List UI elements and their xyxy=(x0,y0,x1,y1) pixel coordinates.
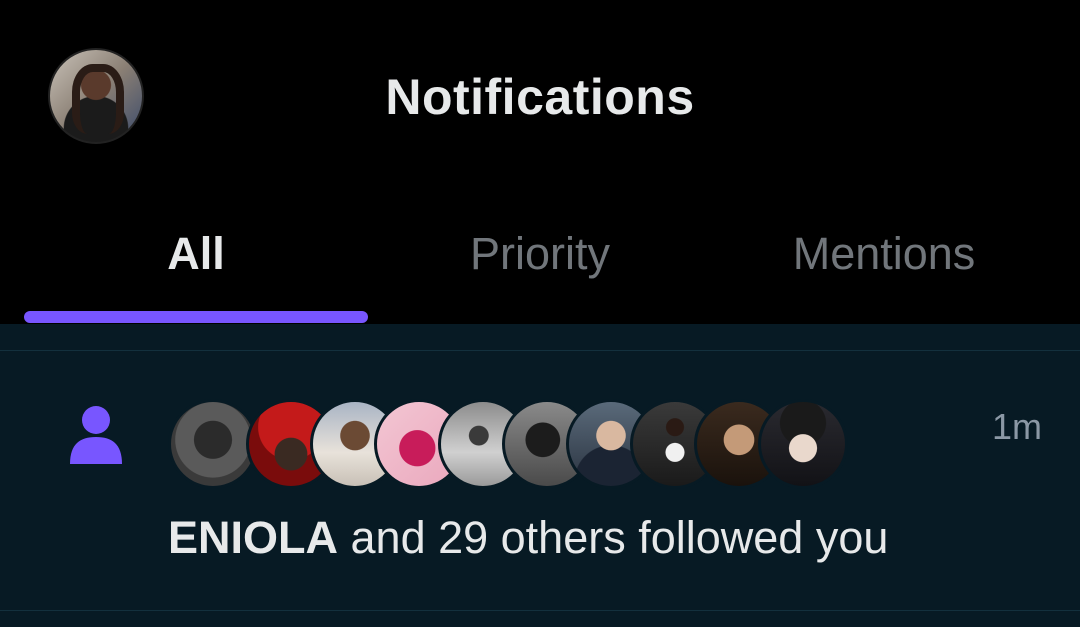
follower-avatars[interactable] xyxy=(168,399,848,493)
tab-mentions[interactable]: Mentions xyxy=(712,228,1056,288)
page-title: Notifications xyxy=(385,69,695,125)
notification-feed: 1m ENIOLA and 29 others followed you xyxy=(0,324,1080,627)
divider xyxy=(0,610,1080,611)
tab-all[interactable]: All xyxy=(24,228,368,288)
actor-name[interactable]: ENIOLA xyxy=(168,512,338,563)
follower-avatar-1[interactable] xyxy=(168,399,258,489)
tab-bar: All Priority Mentions xyxy=(0,190,1080,324)
tab-priority[interactable]: Priority xyxy=(368,228,712,288)
notification-text: ENIOLA and 29 others followed you xyxy=(168,512,888,564)
divider xyxy=(0,350,1080,351)
notification-message: and 29 others followed you xyxy=(338,512,889,563)
active-tab-indicator xyxy=(24,311,368,323)
notification-timestamp: 1m xyxy=(991,406,1042,447)
top-bar: Notifications xyxy=(0,0,1080,190)
person-icon xyxy=(70,406,122,464)
follower-avatar-10[interactable] xyxy=(758,399,848,489)
